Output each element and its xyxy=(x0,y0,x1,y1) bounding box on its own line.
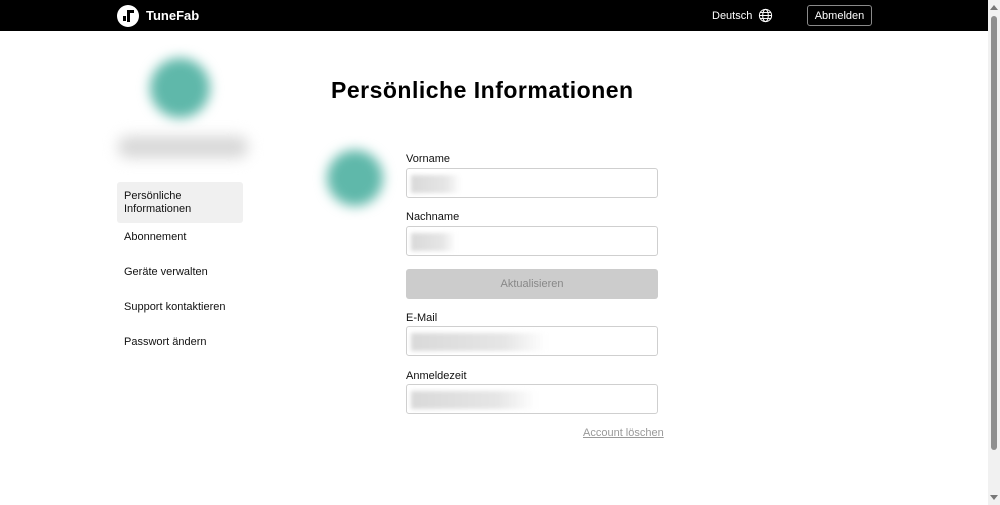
sidebar-item-manage-devices[interactable]: Geräte verwalten xyxy=(117,258,243,293)
sidebar-item-contact-support[interactable]: Support kontaktieren xyxy=(117,293,243,328)
login-time-field[interactable] xyxy=(406,384,658,414)
last-name-value-blurred xyxy=(411,233,456,251)
scroll-thumb[interactable] xyxy=(991,16,997,450)
sidebar-item-personal-info[interactable]: Persönliche Informationen xyxy=(117,182,243,223)
page-scrollbar[interactable] xyxy=(988,0,1000,505)
scroll-down-arrow-icon[interactable] xyxy=(990,495,998,500)
sidebar-avatar xyxy=(150,58,210,118)
tunefab-logo-icon xyxy=(117,4,139,27)
page-title: Persönliche Informationen xyxy=(331,77,634,103)
sidebar-item-change-password[interactable]: Passwort ändern xyxy=(117,328,243,363)
update-button[interactable]: Aktualisieren xyxy=(406,269,658,299)
brand-name: TuneFab xyxy=(146,8,200,23)
profile-avatar[interactable] xyxy=(327,150,383,206)
language-selector[interactable]: Deutsch xyxy=(712,7,773,24)
login-time-label: Anmeldezeit xyxy=(406,370,467,382)
sidebar-nav: Persönliche Informationen Abonnement Ger… xyxy=(117,182,243,363)
brand[interactable]: TuneFab xyxy=(117,4,199,27)
login-time-value-blurred xyxy=(411,391,536,409)
last-name-input[interactable] xyxy=(406,226,658,256)
sidebar-username-blurred xyxy=(118,136,248,158)
first-name-label: Vorname xyxy=(406,153,451,165)
last-name-label: Nachname xyxy=(406,211,460,223)
scroll-up-arrow-icon[interactable] xyxy=(990,5,998,10)
email-label: E-Mail xyxy=(406,312,438,324)
first-name-value-blurred xyxy=(411,175,461,193)
delete-account-link[interactable]: Account löschen xyxy=(583,427,664,439)
logout-button[interactable]: Abmelden xyxy=(807,5,872,26)
email-field[interactable] xyxy=(406,326,658,356)
top-bar: TuneFab Deutsch Abmelden xyxy=(0,0,988,31)
language-label: Deutsch xyxy=(712,9,753,22)
first-name-input[interactable] xyxy=(406,168,658,198)
globe-icon xyxy=(759,8,773,23)
sidebar-item-subscription[interactable]: Abonnement xyxy=(117,223,243,258)
email-value-blurred xyxy=(411,333,546,351)
